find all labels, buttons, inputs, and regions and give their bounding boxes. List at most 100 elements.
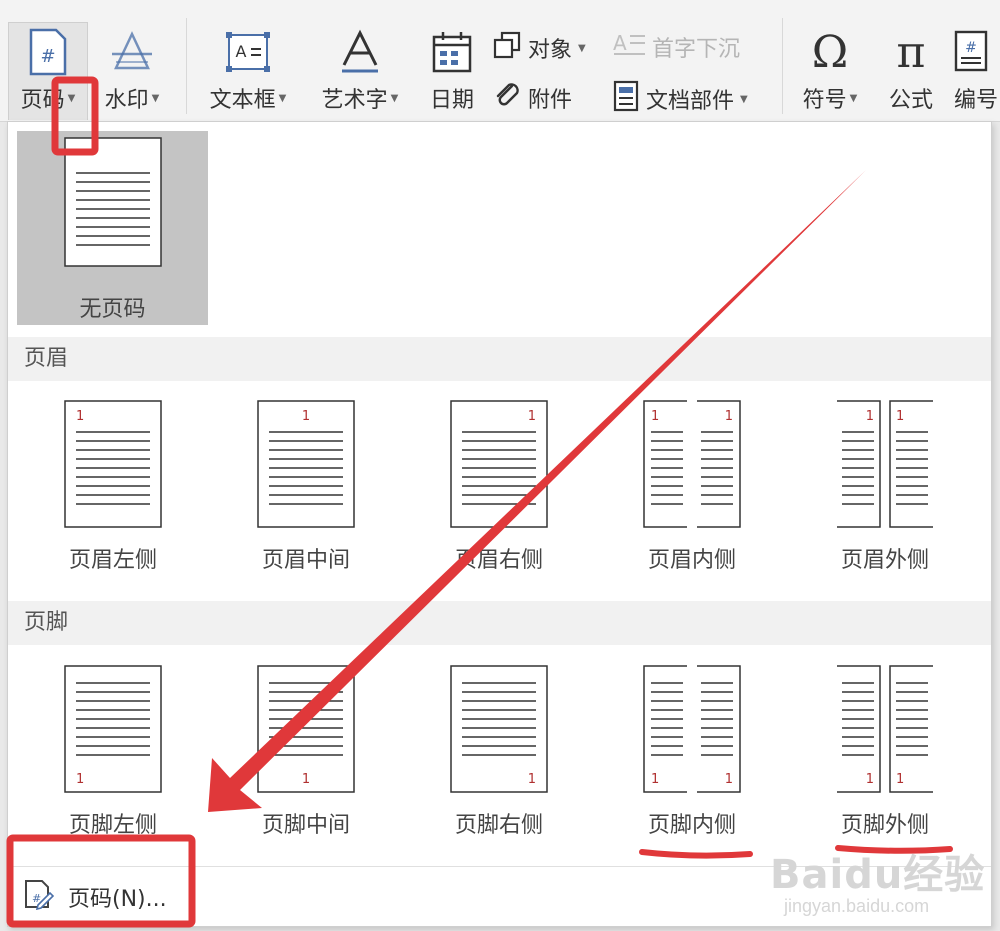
document-parts-icon (612, 80, 640, 118)
page-number-edit-icon: # (22, 878, 55, 916)
page-marker: 1 (896, 409, 904, 424)
formula-label: 公式 (888, 88, 933, 113)
formula-button[interactable]: π 公式 (880, 22, 942, 114)
caret-down-icon: ▼ (390, 92, 399, 104)
page-thumbnail: 1 1 (837, 665, 933, 793)
ribbon-separator (782, 18, 783, 114)
page-thumbnail: 1 (257, 665, 355, 793)
baidu-watermark: Baidu经验 jingyan.baidu.com (770, 842, 985, 917)
caret-down-icon: ▼ (278, 92, 287, 104)
caret-down-icon: ▼ (849, 92, 858, 104)
caret-down-icon: ▼ (740, 93, 748, 105)
pi-icon: π (896, 26, 926, 78)
text-box-icon: A (225, 22, 271, 82)
paperclip-icon (492, 80, 522, 116)
header-inside-option[interactable]: 1 1 页眉内侧 (643, 400, 741, 574)
header-section-title: 页眉 (8, 337, 991, 381)
page-thumbnail: 1 1 (837, 400, 933, 528)
object-icon (492, 30, 522, 66)
document-parts-label: 文档部件 (646, 89, 735, 114)
object-button[interactable]: 对象 ▼ (492, 30, 586, 66)
symbol-button[interactable]: Ω 符号 ▼ (794, 22, 866, 114)
omega-icon: Ω (811, 26, 849, 78)
page-number-label: 页码 (20, 88, 65, 113)
svg-text:A: A (613, 31, 627, 55)
no-page-number-label: 无页码 (79, 297, 146, 322)
page-thumbnail: 1 (450, 400, 548, 528)
page-marker: 1 (896, 772, 904, 787)
calendar-icon (431, 22, 473, 82)
header-center-label: 页眉中间 (261, 548, 350, 573)
page-marker: 1 (651, 409, 659, 424)
hash-page-icon: # (28, 22, 68, 82)
page-marker: 1 (76, 772, 84, 787)
page-thumbnail: 1 (450, 665, 548, 793)
text-box-button[interactable]: A 文本框 ▼ (200, 22, 296, 114)
word-art-icon (338, 22, 382, 82)
page-number-command-label: 页码(N)... (68, 887, 167, 912)
drop-cap-label: 首字下沉 (652, 37, 741, 62)
header-right-label: 页眉右侧 (454, 548, 543, 573)
footer-left-option[interactable]: 1 页脚左侧 (64, 665, 162, 839)
page-thumbnail: 1 (257, 400, 355, 528)
footer-left-label: 页脚左侧 (68, 813, 157, 838)
text-box-label: 文本框 (209, 88, 276, 113)
page-number-settings-item[interactable]: # 页码(N)... (22, 878, 167, 916)
watermark-button[interactable]: 水印 ▼ (96, 22, 168, 114)
page-number-button[interactable]: # 页码 ▼ (10, 22, 86, 114)
footer-right-option[interactable]: 1 页脚右侧 (450, 665, 548, 839)
date-button[interactable]: 日期 (422, 22, 482, 114)
attachment-button[interactable]: 附件 (492, 80, 572, 116)
watermark-icon (108, 22, 156, 82)
footer-outside-label: 页脚外侧 (840, 813, 929, 838)
page-thumbnail: 1 1 (643, 665, 741, 793)
footer-inside-label: 页脚内侧 (647, 813, 736, 838)
page-marker: 1 (528, 772, 536, 787)
caret-down-icon: ▼ (578, 42, 586, 54)
page-marker: 1 (302, 409, 310, 424)
hash-numbering-icon: # (950, 22, 990, 82)
header-inside-label: 页眉内侧 (647, 548, 736, 573)
footer-center-option[interactable]: 1 页脚中间 (257, 665, 355, 839)
footer-section-title: 页脚 (8, 601, 991, 645)
footer-inside-option[interactable]: 1 1 页脚内侧 (643, 665, 741, 839)
page-marker: 1 (866, 772, 874, 787)
header-right-option[interactable]: 1 页眉右侧 (450, 400, 548, 574)
page-marker: 1 (725, 772, 733, 787)
ribbon-toolbar: # 页码 ▼ 水印 ▼ A 文本框 ▼ 艺术字 ▼ 日期 对象 ▼ A 首字下沉… (0, 0, 1000, 122)
symbol-label: 符号 (802, 88, 847, 113)
attachment-label: 附件 (528, 88, 573, 113)
numbering-button[interactable]: # 编号 (950, 22, 1000, 114)
page-thumbnail: 1 1 (643, 400, 741, 528)
page-thumbnail: 1 (64, 665, 162, 793)
word-art-label: 艺术字 (321, 88, 388, 113)
header-outside-label: 页眉外侧 (840, 548, 929, 573)
no-page-number-option[interactable]: 无页码 (17, 131, 208, 325)
drop-cap-button[interactable]: A 首字下沉 (612, 30, 740, 64)
drop-cap-icon: A (612, 30, 646, 64)
header-left-label: 页眉左侧 (68, 548, 157, 573)
ribbon-separator (186, 18, 187, 114)
footer-outside-option[interactable]: 1 1 页脚外侧 (836, 665, 934, 839)
caret-down-icon: ▼ (151, 92, 160, 104)
watermark-brand: Baidu经验 (770, 852, 986, 898)
page-thumbnail (64, 137, 162, 267)
page-marker: 1 (651, 772, 659, 787)
header-outside-option[interactable]: 1 1 页眉外侧 (836, 400, 934, 574)
object-label: 对象 (528, 38, 573, 63)
svg-text:A: A (236, 42, 247, 61)
page-marker: 1 (866, 409, 874, 424)
svg-text:#: # (40, 46, 55, 67)
page-marker: 1 (302, 772, 310, 787)
page-marker: 1 (76, 409, 84, 424)
word-art-button[interactable]: 艺术字 ▼ (312, 22, 408, 114)
date-label: 日期 (429, 88, 474, 113)
page-number-dropdown: 无页码 页眉 1 页眉左侧 1 页眉中间 1 页眉右侧 1 1 页眉内侧 1 1… (7, 121, 992, 927)
footer-center-label: 页脚中间 (261, 813, 350, 838)
document-parts-button[interactable]: 文档部件 ▼ (612, 80, 748, 118)
page-marker: 1 (528, 409, 536, 424)
header-left-option[interactable]: 1 页眉左侧 (64, 400, 162, 574)
header-center-option[interactable]: 1 页眉中间 (257, 400, 355, 574)
svg-text:#: # (965, 40, 977, 56)
watermark-label: 水印 (104, 88, 149, 113)
